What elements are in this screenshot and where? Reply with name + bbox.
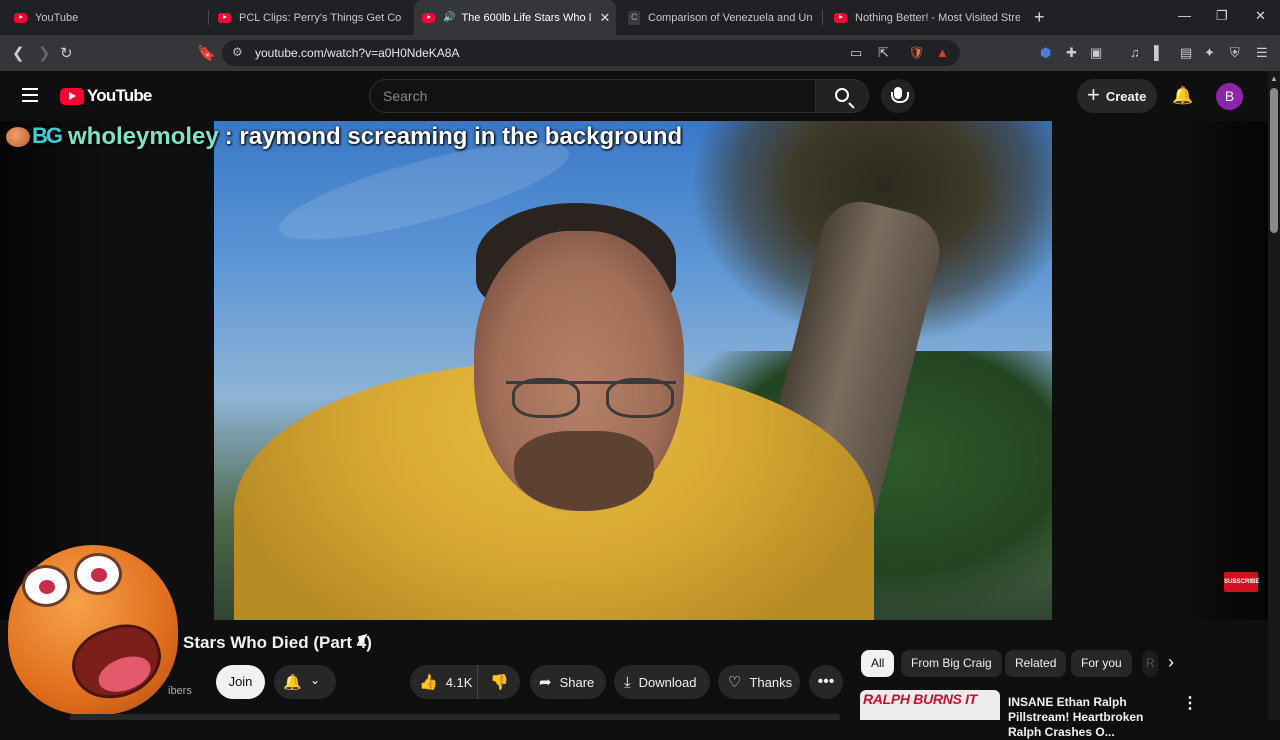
forward-icon[interactable]: ❯	[38, 44, 51, 62]
browser-tab-nothing-better[interactable]: Nothing Better! - Most Visited Street	[826, 0, 1026, 35]
chip-related[interactable]: Related	[1005, 650, 1067, 677]
download-icon: ⤓	[624, 673, 631, 691]
youtube-icon	[14, 12, 27, 23]
chat-message: : raymond screaming in the background	[224, 123, 683, 150]
notifications-bell-icon[interactable]: 🔔	[1172, 86, 1193, 106]
share-button[interactable]: ➦ Share	[530, 665, 606, 699]
dislike-button[interactable]: 👎	[478, 673, 517, 691]
chat-overlay: BG wholeymoley : raymond screaming in th…	[6, 123, 682, 151]
notification-settings-button[interactable]: 🔔 ⌄	[274, 665, 336, 699]
cast-icon[interactable]: ▭	[850, 45, 862, 61]
browser-toolbar: ❮ ❯ ↻ 🔖 ⚙ youtube.com/watch?v=a0H0NdeKA8…	[0, 35, 1280, 71]
brave-shield-icon[interactable]: 🛡	[908, 45, 925, 61]
more-horizontal-icon: •••	[817, 673, 835, 690]
chat-username: wholeymoley	[68, 123, 219, 150]
like-dislike-group: 👍 4.1K 👎	[410, 665, 520, 699]
restore-button[interactable]: ❐	[1216, 8, 1228, 24]
browser-tab-active[interactable]: 🔊 The 600lb Life Stars Who Died ✕	[414, 0, 616, 35]
subscriber-count: ibers	[168, 685, 192, 697]
url-text: youtube.com/watch?v=a0H0NdeKA8A	[255, 46, 460, 60]
share-icon[interactable]: ⇱	[878, 45, 889, 61]
video-title: Stars Who Died (Part 4)	[183, 633, 372, 652]
scroll-up-arrow-icon[interactable]: ▲	[1270, 74, 1278, 83]
chip-all[interactable]: All	[861, 650, 895, 677]
puzzle-icon[interactable]: ✚	[1066, 45, 1077, 61]
sidebar-icon[interactable]: ▌	[1154, 45, 1163, 60]
recommended-thumbnail[interactable]: RALPH BURNS IT	[860, 690, 1000, 720]
like-button[interactable]: 👍 4.1K	[410, 665, 478, 699]
extension-icon[interactable]: ⬢	[1040, 45, 1051, 61]
wiki-icon	[628, 10, 640, 25]
browser-tab-youtube[interactable]: YouTube	[6, 0, 206, 35]
subscribe-watermark[interactable]: SUBSCRIBE	[1224, 572, 1259, 592]
close-tab-icon[interactable]: ✕	[599, 10, 610, 26]
account-avatar[interactable]: B	[1216, 83, 1243, 110]
chip-next-partial[interactable]: R	[1142, 650, 1158, 677]
more-vertical-icon[interactable]: ⋮	[1182, 693, 1198, 713]
site-settings-icon[interactable]: ⚙	[232, 45, 243, 59]
browser-tabstrip: YouTube PCL Clips: Perry's Things Get Co…	[0, 0, 1280, 35]
youtube-logo[interactable]: YouTube	[60, 86, 152, 106]
thumbs-down-icon: 👎	[490, 674, 509, 691]
bell-icon: 🔔	[283, 674, 302, 691]
vpn-icon[interactable]: ⛨	[1230, 45, 1240, 61]
music-icon[interactable]: ♫	[1130, 45, 1140, 60]
search-button[interactable]	[815, 79, 869, 113]
speaker-icon[interactable]: 🔊	[443, 12, 455, 23]
scrollbar-thumb[interactable]	[1270, 88, 1278, 233]
reload-icon[interactable]: ↻	[60, 44, 73, 62]
join-button[interactable]: Join	[216, 665, 265, 699]
youtube-play-icon	[60, 87, 84, 105]
recommended-title[interactable]: INSANE Ethan Ralph Pillstream! Heartbrok…	[1008, 695, 1178, 740]
chevron-down-icon: ⌄	[310, 673, 321, 687]
create-button[interactable]: + Create	[1077, 79, 1157, 113]
download-button[interactable]: ⤓ Download	[614, 665, 710, 699]
search-box[interactable]	[369, 79, 816, 113]
description-box-edge	[70, 714, 840, 720]
browser-tab-wiki[interactable]: Comparison of Venezuela and United	[620, 0, 820, 35]
thanks-heart-icon: ♡	[728, 674, 742, 691]
youtube-icon	[422, 12, 435, 23]
voice-search-button[interactable]	[881, 79, 915, 113]
address-bar[interactable]: ⚙ youtube.com/watch?v=a0H0NdeKA8A ▭ ⇱ 🛡 …	[222, 40, 960, 66]
menu-icon[interactable]: ☰	[1256, 45, 1268, 61]
search-input[interactable]	[383, 88, 783, 104]
screenshot-icon[interactable]: ▣	[1090, 45, 1102, 61]
chevron-right-icon[interactable]: ›	[1168, 652, 1174, 673]
bookmark-icon[interactable]: 🔖	[197, 44, 216, 62]
youtube-icon	[834, 12, 847, 23]
youtube-icon	[218, 12, 231, 23]
chip-for-you[interactable]: For you	[1071, 650, 1132, 677]
plus-icon: +	[1087, 82, 1100, 107]
share-arrow-icon: ➦	[539, 674, 552, 691]
video-frame[interactable]	[214, 121, 1052, 620]
thanks-button[interactable]: ♡ Thanks	[718, 665, 800, 699]
leo-icon[interactable]: ✦	[1204, 45, 1215, 61]
mascot-overlay	[0, 535, 185, 720]
chip-from-big-craig[interactable]: From Big Craig	[901, 650, 1002, 677]
wallet-icon[interactable]: ▤	[1180, 45, 1192, 61]
brave-rewards-icon[interactable]: ▲	[936, 45, 949, 60]
new-tab-button[interactable]: +	[1034, 7, 1045, 28]
recommended-video[interactable]: RALPH BURNS IT INSANE Ethan Ralph Pillst…	[860, 690, 1240, 739]
back-icon[interactable]: ❮	[12, 44, 25, 62]
browser-tab-pcl-clips[interactable]: PCL Clips: Perry's Things Get Cooked	[210, 0, 410, 35]
minimize-button[interactable]: —	[1178, 8, 1191, 23]
more-actions-button[interactable]: •••	[809, 665, 843, 699]
chat-emote-icon: BG	[6, 123, 63, 151]
youtube-header: YouTube + Create 🔔 B	[0, 71, 1280, 121]
thumbs-up-icon: 👍	[419, 674, 438, 691]
hamburger-menu-icon[interactable]	[22, 88, 38, 102]
search-icon	[835, 88, 849, 102]
close-window-button[interactable]: ✕	[1255, 8, 1266, 24]
